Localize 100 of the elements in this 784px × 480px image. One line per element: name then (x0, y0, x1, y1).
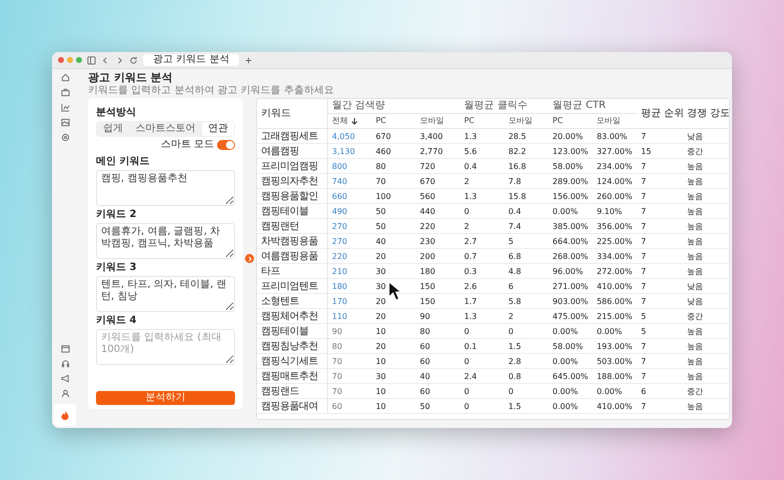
page-title: 광고 키워드 분석 (88, 71, 174, 85)
sort-down-icon[interactable] (351, 116, 358, 125)
table-cell: 800 (328, 158, 372, 174)
column-header[interactable]: 모바일 (504, 114, 549, 128)
table-cell: 7 (637, 158, 683, 174)
table-cell: 높음 (683, 338, 729, 354)
table-cell: 0.00% (548, 204, 593, 218)
column-header[interactable]: PC (460, 114, 504, 128)
table-cell: 0.3 (460, 264, 504, 278)
table-cell: 15 (637, 144, 683, 158)
table-cell: 268.00% (548, 248, 593, 264)
home-icon[interactable] (60, 73, 70, 82)
keyword-cell: 소형텐트 (257, 294, 328, 308)
column-header: 평균 순위 (637, 99, 683, 128)
table-cell: 0 (460, 354, 504, 368)
column-header[interactable]: 전체 (328, 114, 372, 128)
table-cell: 0.00% (548, 354, 593, 368)
briefcase-icon[interactable] (60, 88, 70, 97)
window-control-dot[interactable] (58, 57, 64, 63)
column-header[interactable]: 모바일 (592, 114, 637, 128)
table-cell: 7 (637, 234, 683, 248)
keyword-input[interactable]: 캠핑, 캠핑용품추천 (96, 170, 235, 206)
table-cell: 670 (416, 174, 460, 188)
window-control-dot[interactable] (76, 57, 82, 63)
browser-tab[interactable]: 광고 키워드 분석 (143, 54, 240, 66)
mode-tab[interactable]: 쉽게 (97, 122, 129, 136)
table-cell: 7 (637, 204, 683, 218)
table-cell: 270 (328, 218, 372, 234)
table-cell: 0.7 (460, 248, 504, 264)
keyword-cell: 캠핑의자추천 (257, 174, 328, 188)
table-cell: 0 (460, 384, 504, 398)
table-cell: 20.00% (548, 128, 593, 144)
calendar-icon[interactable] (60, 344, 70, 353)
keyword-cell: 고래캠핑세트 (257, 128, 328, 144)
table-cell: 180 (328, 278, 372, 294)
table-cell: 50 (372, 204, 416, 218)
table-cell: 높음 (683, 174, 729, 188)
megaphone-icon[interactable] (60, 374, 70, 383)
table-cell: 28.5 (504, 128, 549, 144)
user-icon[interactable] (60, 389, 70, 398)
table-cell: 82.2 (504, 144, 549, 158)
table-cell: 2.7 (460, 234, 504, 248)
table-cell: 270 (328, 234, 372, 248)
plus-icon[interactable] (244, 56, 254, 64)
table-cell: 높음 (683, 158, 729, 174)
sidebar-toggle-icon[interactable] (87, 56, 96, 64)
table-cell: 903.00% (548, 294, 593, 308)
table-cell: 0.00% (548, 384, 593, 398)
table-cell: 124.00% (592, 174, 637, 188)
table-cell: 높음 (683, 354, 729, 368)
table-cell: 225.00% (592, 234, 637, 248)
table-cell: 0 (460, 204, 504, 218)
table-cell: 6 (637, 384, 683, 398)
column-header[interactable]: 모바일 (416, 114, 460, 128)
table-cell: 2.6 (460, 278, 504, 294)
table-cell: 20 (372, 338, 416, 354)
table-cell: 7.8 (504, 174, 549, 188)
table-cell: 높음 (683, 188, 729, 204)
reload-icon[interactable] (129, 56, 138, 64)
field-label: 분석방식 (96, 107, 137, 119)
table-cell: 60 (416, 384, 460, 398)
table-cell: 1.3 (460, 128, 504, 144)
mode-tab[interactable]: 스마트스토어 (130, 122, 202, 136)
keyword-cell: 캠핑테이블 (257, 324, 328, 338)
column-group-header: 월평균 CTR (548, 99, 637, 114)
keyword-input[interactable]: 여름휴가, 여름, 글램핑, 차박캠핑, 캠프닉, 차박용품 (96, 223, 235, 259)
keyword-cell: 캠핑침낭추천 (257, 338, 328, 354)
mode-tab[interactable]: 연관 (202, 122, 234, 136)
table-cell: 5 (637, 324, 683, 338)
table-cell: 10 (372, 324, 416, 338)
table-cell: 5 (504, 234, 549, 248)
table-cell: 80 (372, 158, 416, 174)
table-cell: 720 (416, 158, 460, 174)
table-cell: 289.00% (548, 174, 593, 188)
table-cell: 460 (372, 144, 416, 158)
column-header[interactable]: PC (372, 114, 416, 128)
window-control-dot[interactable] (67, 57, 73, 63)
table-cell: 20 (372, 308, 416, 324)
table-cell: 10 (372, 398, 416, 414)
keyword-input[interactable]: 키워드를 입력하세요 (최대 100개) (96, 329, 235, 365)
column-group-header: 월간 검색량 (328, 99, 460, 114)
toggle-switch[interactable] (217, 140, 235, 150)
table-cell: 40 (372, 234, 416, 248)
table-cell: 7 (637, 398, 683, 414)
chart-icon[interactable] (60, 103, 70, 112)
table-cell: 123.00% (548, 144, 593, 158)
keyword-input[interactable]: 텐트, 타프, 의자, 테이블, 랜턴, 침낭 (96, 276, 235, 312)
table-cell: 334.00% (592, 248, 637, 264)
table-cell: 170 (328, 294, 372, 308)
image-icon[interactable] (60, 118, 70, 127)
table-cell: 높음 (683, 218, 729, 234)
table-cell: 96.00% (548, 264, 593, 278)
collapse-handle[interactable] (245, 254, 254, 263)
column-header[interactable]: PC (548, 114, 593, 128)
headset-icon[interactable] (60, 359, 70, 368)
logo-tile[interactable] (54, 404, 76, 426)
table-cell: 150 (416, 294, 460, 308)
table-cell: 낮음 (683, 128, 729, 144)
settings-icon[interactable] (60, 133, 70, 142)
page-subtitle: 키워드를 입력하고 분석하여 광고 키워드를 추출하세요 (88, 85, 335, 97)
